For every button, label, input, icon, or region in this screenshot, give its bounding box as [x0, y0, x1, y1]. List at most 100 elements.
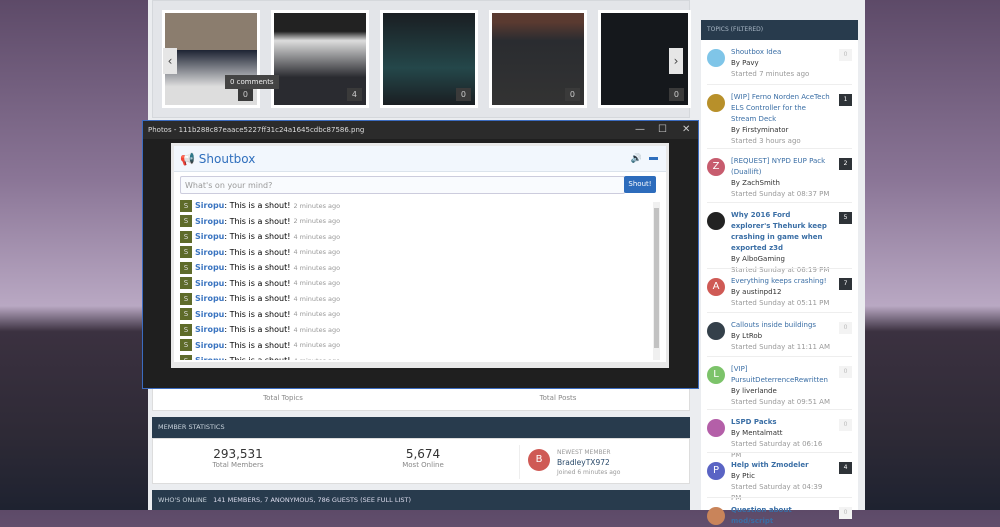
shoutbox-title: Shoutbox	[198, 152, 256, 166]
topic-title-link[interactable]: Help with Zmodeler	[731, 460, 831, 471]
newest-member-avatar[interactable]: B	[528, 449, 550, 471]
shout-text: : This is a shout!	[224, 216, 291, 226]
total-posts-label: Total Posts	[539, 394, 577, 402]
topic-author[interactable]: By Firstyminator	[731, 125, 831, 136]
topic-author[interactable]: By austinpd12	[731, 287, 831, 298]
user-avatar[interactable]: S	[180, 354, 192, 360]
comment-count: 0	[237, 88, 253, 101]
shout-time: 4 minutes ago	[293, 341, 341, 350]
topic-avatar[interactable]	[707, 322, 725, 340]
topic-title-link[interactable]: [REQUEST] NYPD EUP Pack (Duallift)	[731, 156, 831, 178]
shout-button[interactable]: Shout!	[624, 176, 656, 193]
shout-user[interactable]: Siropu	[195, 217, 224, 226]
most-online-value: 5,674	[405, 447, 441, 461]
comment-count: 0	[564, 88, 580, 101]
topic-avatar[interactable]: A	[707, 278, 725, 296]
topic-avatar[interactable]	[707, 212, 725, 230]
topic-started: Started Sunday at 09:51 AM	[731, 398, 830, 406]
shout-user[interactable]: Siropu	[195, 294, 224, 303]
whos-online-label: WHO'S ONLINE	[158, 496, 207, 504]
topic-title-link[interactable]: LSPD Packs	[731, 417, 831, 428]
newest-member-link[interactable]: BradleyTX972	[557, 458, 620, 468]
shout-user[interactable]: Siropu	[195, 356, 224, 360]
shout-text: : This is a shout!	[224, 340, 291, 350]
topic-started: Started Sunday at 11:11 AM	[731, 343, 830, 351]
topic-title-link[interactable]: [VIP] PursuitDeterrenceRewritten	[731, 364, 831, 386]
topic-title-link[interactable]: Shoutbox Idea	[731, 47, 831, 58]
shout-user[interactable]: Siropu	[195, 201, 224, 210]
topic-author[interactable]: By LtRob	[731, 331, 831, 342]
shout-user[interactable]: Siropu	[195, 263, 224, 272]
shout-time: 4 minutes ago	[293, 279, 341, 288]
megaphone-icon: 📢	[180, 152, 195, 166]
user-avatar[interactable]: S	[180, 292, 192, 305]
topic-avatar[interactable]: L	[707, 366, 725, 384]
user-avatar[interactable]: S	[180, 277, 192, 290]
gallery-thumb[interactable]: 0	[380, 10, 478, 108]
shout-message: S Siropu: This is a shout! 2 minutes ago	[180, 198, 660, 214]
topic-author[interactable]: By Ptic	[731, 471, 831, 482]
topic-avatar[interactable]: P	[707, 462, 725, 480]
topic-author[interactable]: By Mentalmatt	[731, 428, 831, 439]
shoutbox-screenshot: 📢 Shoutbox 🔊 What's on your mind? Shout!…	[171, 143, 669, 368]
gallery-next-button[interactable]: ›	[669, 48, 683, 74]
shout-time: 2 minutes ago	[293, 217, 341, 226]
window-titlebar[interactable]: Photos - 111b288c87eaace5227ff31c24a1645…	[143, 121, 698, 139]
comment-count: 0	[455, 88, 471, 101]
gallery-prev-button[interactable]: ‹	[163, 48, 177, 74]
topic-title-link[interactable]: Everything keeps crashing!	[731, 276, 831, 287]
reply-count-badge: 0	[839, 366, 852, 378]
gallery-thumb[interactable]: 0	[489, 10, 587, 108]
topic-avatar[interactable]	[707, 49, 725, 67]
shout-list: S Siropu: This is a shout! 2 minutes ago S S…	[180, 198, 660, 360]
user-avatar[interactable]: S	[180, 339, 192, 352]
close-button[interactable]: ✕	[682, 121, 690, 139]
user-avatar[interactable]: S	[180, 308, 192, 321]
user-avatar[interactable]: S	[180, 246, 192, 259]
shout-text: : This is a shout!	[224, 263, 291, 273]
minimize-button[interactable]: —	[635, 121, 645, 139]
user-avatar[interactable]: S	[180, 199, 192, 212]
gallery-thumb[interactable]: 4	[271, 10, 369, 108]
user-avatar[interactable]: S	[180, 230, 192, 243]
total-topics-label: Total Topics	[263, 394, 303, 402]
topic-item: Callouts inside buildings By LtRob Start…	[707, 320, 852, 353]
topic-item: LSPD Packs By Mentalmatt Started Saturda…	[707, 417, 852, 461]
shout-text: : This is a shout!	[224, 278, 291, 288]
shout-user[interactable]: Siropu	[195, 232, 224, 241]
topic-avatar[interactable]: Z	[707, 158, 725, 176]
topic-author[interactable]: By AlboGaming	[731, 254, 831, 265]
topic-avatar[interactable]	[707, 94, 725, 112]
newest-member-label: NEWEST MEMBER	[557, 449, 611, 456]
topic-title-link[interactable]: [WIP] Ferno Norden AceTech ELS Controlle…	[731, 92, 831, 125]
user-avatar[interactable]: S	[180, 261, 192, 274]
forum-stats-panel: Total Topics Total Posts	[152, 388, 690, 411]
topic-item: L [VIP] PursuitDeterrenceRewritten By li…	[707, 364, 852, 408]
shout-user[interactable]: Siropu	[195, 279, 224, 288]
user-avatar[interactable]: S	[180, 215, 192, 228]
shout-message: SSiropu: This is a shout!4 minutes ago	[180, 291, 660, 307]
collapse-icon[interactable]	[649, 157, 658, 160]
shout-message: SSiropu: This is a shout!4 minutes ago	[180, 245, 660, 261]
shout-text: : This is a shout!	[224, 356, 290, 360]
sound-icon[interactable]: 🔊	[631, 146, 642, 172]
topic-author[interactable]: By liverlande	[731, 386, 831, 397]
topic-title-link[interactable]: Callouts inside buildings	[731, 320, 831, 331]
user-avatar[interactable]: S	[180, 323, 192, 336]
shout-time: 4 minutes ago	[293, 357, 340, 360]
whos-online-summary[interactable]: 141 MEMBERS, 7 ANONYMOUS, 786 GUESTS (SE…	[213, 496, 411, 504]
topic-author[interactable]: By Pavy	[731, 58, 831, 69]
topic-title-link[interactable]: Why 2016 Ford explorer's Thehurk keep cr…	[731, 210, 831, 254]
topic-avatar[interactable]	[707, 419, 725, 437]
maximize-button[interactable]: ☐	[658, 121, 667, 139]
shout-user[interactable]: Siropu	[195, 341, 224, 350]
shout-text: : This is a shout!	[224, 232, 291, 242]
shout-user[interactable]: Siropu	[195, 310, 224, 319]
shout-user[interactable]: Siropu	[195, 248, 224, 257]
shout-scrollbar[interactable]	[653, 202, 660, 360]
shout-input[interactable]: What's on your mind?	[180, 176, 625, 194]
topic-title-link[interactable]: Question about mod/script	[731, 505, 831, 527]
topic-author[interactable]: By ZachSmith	[731, 178, 831, 189]
comments-tooltip: 0 comments	[225, 75, 279, 89]
shout-user[interactable]: Siropu	[195, 325, 224, 334]
